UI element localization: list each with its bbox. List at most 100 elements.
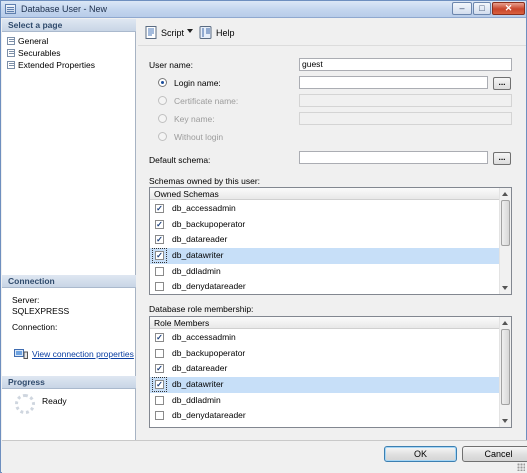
role-members-rows: ✓ db_accessadmin db_backupoperator ✓ db_data…: [150, 330, 499, 428]
list-item[interactable]: ✓ db_accessadmin: [150, 201, 499, 217]
help-icon: [199, 26, 212, 39]
certificate-name-label: Certificate name:: [174, 96, 239, 106]
script-button[interactable]: Script: [144, 26, 184, 40]
key-name-radio[interactable]: [158, 114, 167, 123]
role-members-column-header: Role Members: [150, 317, 499, 329]
page-icon: [7, 49, 15, 57]
unchecked-checkbox[interactable]: [155, 282, 164, 292]
certificate-name-input: [299, 94, 512, 107]
login-name-browse-button[interactable]: ...: [493, 77, 511, 90]
unchecked-checkbox[interactable]: [155, 266, 164, 276]
list-item[interactable]: ✓ db_datareader: [150, 232, 499, 248]
maximize-button[interactable]: □: [473, 2, 491, 15]
role-members-scrollbar[interactable]: [499, 317, 511, 427]
server-label: Server:: [12, 295, 40, 305]
unchecked-checkbox[interactable]: [155, 427, 164, 428]
list-item[interactable]: db_ddladmin: [150, 393, 499, 409]
login-name-input[interactable]: [299, 76, 488, 89]
minimize-button[interactable]: –: [452, 2, 472, 15]
list-item[interactable]: ✓ db_backupoperator: [150, 217, 499, 233]
toolbar-divider: [138, 45, 526, 46]
checked-checkbox[interactable]: ✓: [155, 364, 164, 374]
list-item[interactable]: ✓ db_datareader: [150, 361, 499, 377]
dialog-button-bar: OK Cancel: [2, 440, 527, 473]
checked-checkbox[interactable]: ✓: [155, 235, 164, 245]
connection-header: Connection: [2, 275, 136, 288]
page-item-label: Securables: [18, 48, 61, 58]
progress-header: Progress: [2, 376, 136, 389]
owned-schemas-rows: ✓ db_accessadmin ✓ db_backupoperator ✓ db_dat…: [150, 201, 499, 294]
help-label: Help: [216, 28, 235, 38]
page-item-extended-properties[interactable]: Extended Properties: [5, 59, 95, 71]
page-item-securables[interactable]: Securables: [5, 47, 61, 59]
cancel-button[interactable]: Cancel: [462, 446, 527, 462]
key-name-input: [299, 112, 512, 125]
title-bar[interactable]: Database User - New – □ ✕: [1, 1, 526, 18]
list-item-label: db_datareader: [172, 363, 228, 374]
list-item-label: db_accessadmin: [172, 332, 236, 342]
page-item-general[interactable]: General: [5, 35, 48, 47]
list-item[interactable]: db_backupoperator: [150, 346, 499, 362]
close-button[interactable]: ✕: [492, 2, 525, 15]
checked-checkbox[interactable]: ✓: [155, 333, 164, 342]
login-name-radio[interactable]: [158, 78, 167, 87]
list-item-label: db_denydatawriter: [172, 424, 242, 427]
page-icon: [7, 61, 15, 69]
owned-schemas-list[interactable]: Owned Schemas ✓ db_accessadmin ✓ db_backupo…: [149, 187, 512, 295]
default-schema-input[interactable]: [299, 151, 488, 164]
owned-schemas-column-header: Owned Schemas: [150, 188, 499, 200]
default-schema-browse-button[interactable]: ...: [493, 152, 511, 165]
list-item[interactable]: ✓ db_datawriter: [150, 248, 499, 264]
list-item[interactable]: db_denydatareader: [150, 279, 499, 294]
owned-schemas-label: Schemas owned by this user:: [149, 176, 261, 186]
script-dropdown-arrow-icon[interactable]: [187, 29, 193, 33]
user-name-input[interactable]: guest: [299, 58, 512, 71]
scroll-up-arrow-icon[interactable]: [502, 321, 508, 325]
list-item-label: db_backupoperator: [172, 218, 246, 229]
database-user-dialog: Database User - New – □ ✕ Select a page …: [0, 0, 527, 473]
script-icon: [145, 26, 157, 39]
server-value: SQLEXPRESS: [12, 306, 70, 316]
checked-checkbox[interactable]: ✓: [155, 219, 164, 229]
list-item[interactable]: db_denydatawriter: [150, 424, 499, 428]
progress-spinner-icon: [15, 394, 35, 414]
role-membership-label: Database role membership:: [149, 304, 254, 314]
scroll-down-arrow-icon[interactable]: [502, 286, 508, 290]
page-item-label: Extended Properties: [18, 60, 96, 70]
help-button[interactable]: Help: [199, 26, 235, 40]
connection-properties-icon: [14, 349, 28, 359]
window-icon: [5, 4, 16, 14]
left-pane: Select a page General Securables Extende…: [2, 19, 136, 440]
list-item[interactable]: ✓ db_datawriter: [150, 377, 499, 393]
login-name-label: Login name:: [174, 78, 221, 88]
ok-button[interactable]: OK: [384, 446, 457, 462]
scrollbar-thumb[interactable]: [501, 329, 510, 405]
window-title: Database User - New: [21, 4, 108, 14]
list-item[interactable]: db_ddladmin: [150, 264, 499, 280]
list-item-label: db_datawriter: [172, 250, 224, 261]
checked-checkbox[interactable]: ✓: [152, 248, 167, 264]
without-login-radio[interactable]: [158, 132, 167, 141]
scroll-down-arrow-icon[interactable]: [502, 419, 508, 423]
page-icon: [7, 37, 15, 45]
role-members-list[interactable]: Role Members ✓ db_accessadmin db_backupope…: [149, 316, 512, 428]
list-item-label: db_ddladmin: [172, 265, 221, 276]
unchecked-checkbox[interactable]: [155, 395, 164, 405]
list-item[interactable]: ✓ db_accessadmin: [150, 330, 499, 346]
key-name-label: Key name:: [174, 114, 215, 124]
owned-schemas-scrollbar[interactable]: [499, 188, 511, 294]
scrollbar-thumb[interactable]: [501, 200, 510, 246]
list-item-label: db_datawriter: [172, 379, 224, 390]
scroll-up-arrow-icon[interactable]: [502, 192, 508, 196]
checked-checkbox[interactable]: ✓: [155, 204, 164, 213]
resize-grip-icon[interactable]: [517, 463, 525, 471]
default-schema-label: Default schema:: [149, 155, 211, 165]
checked-checkbox[interactable]: ✓: [152, 377, 167, 393]
list-item-label: db_accessadmin: [172, 203, 236, 213]
list-item-label: db_datareader: [172, 234, 228, 245]
certificate-name-radio[interactable]: [158, 96, 167, 105]
list-item[interactable]: db_denydatareader: [150, 408, 499, 424]
unchecked-checkbox[interactable]: [155, 348, 164, 358]
unchecked-checkbox[interactable]: [155, 411, 164, 421]
view-connection-properties-link[interactable]: View connection properties: [12, 348, 134, 360]
